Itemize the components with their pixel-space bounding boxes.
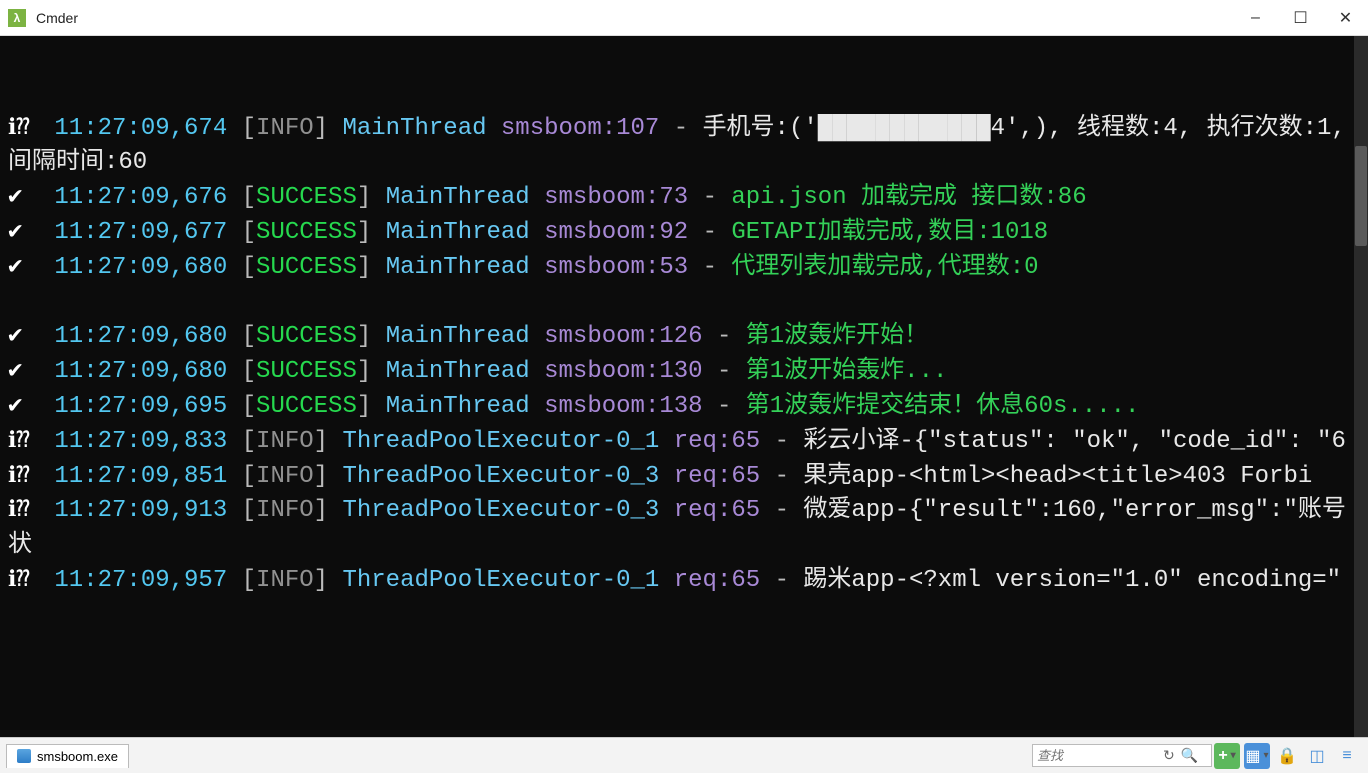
log-line: 11:27:09,851 [INFO] ThreadPoolExecutor-0… xyxy=(8,460,1360,495)
new-tab-button[interactable]: +▾ xyxy=(1214,743,1240,769)
log-level: INFO xyxy=(256,115,314,142)
log-line: 11:27:09,680 [SUCCESS] MainThread smsboo… xyxy=(8,355,1360,390)
check-icon xyxy=(8,355,40,390)
timestamp: 11:27:09,695 xyxy=(54,393,227,420)
lock-button[interactable]: 🔒 xyxy=(1274,743,1300,769)
log-line: 11:27:09,677 [SUCCESS] MainThread smsboo… xyxy=(8,216,1360,251)
search-icon[interactable]: 🔍 xyxy=(1181,747,1198,764)
log-line: 11:27:09,957 [INFO] ThreadPoolExecutor-0… xyxy=(8,564,1360,599)
window-controls: – ☐ ✕ xyxy=(1233,3,1368,33)
log-line: 11:27:09,695 [SUCCESS] MainThread smsboo… xyxy=(8,390,1360,425)
tab-icon xyxy=(17,749,31,763)
log-level: INFO xyxy=(256,428,314,455)
titlebar: λ Cmder – ☐ ✕ xyxy=(0,0,1368,36)
info-icon xyxy=(8,564,40,599)
log-message: api.json 加载完成 接口数:86 xyxy=(731,184,1086,211)
log-level: SUCCESS xyxy=(256,254,357,281)
thread-name: MainThread xyxy=(386,184,530,211)
timestamp: 11:27:09,680 xyxy=(54,323,227,350)
thread-name: MainThread xyxy=(386,219,530,246)
source: smsboom:130 xyxy=(544,358,702,385)
thread-name: MainThread xyxy=(386,254,530,281)
app-icon: λ xyxy=(8,9,26,27)
window-title: Cmder xyxy=(36,10,78,26)
check-icon xyxy=(8,320,40,355)
source: smsboom:126 xyxy=(544,323,702,350)
log-message: 踢米app-<?xml version="1.0" encoding=" xyxy=(803,567,1341,594)
source: smsboom:92 xyxy=(544,219,688,246)
scroll-thumb[interactable] xyxy=(1355,146,1367,246)
timestamp: 11:27:09,680 xyxy=(54,254,227,281)
check-icon xyxy=(8,181,40,216)
log-level: SUCCESS xyxy=(256,219,357,246)
scrollbar[interactable] xyxy=(1354,36,1368,737)
timestamp: 11:27:09,833 xyxy=(54,428,227,455)
log-level: SUCCESS xyxy=(256,184,357,211)
source: req:65 xyxy=(674,497,760,524)
timestamp: 11:27:09,680 xyxy=(54,358,227,385)
check-icon xyxy=(8,216,40,251)
info-icon xyxy=(8,494,40,529)
source: smsboom:53 xyxy=(544,254,688,281)
log-level: INFO xyxy=(256,567,314,594)
timestamp: 11:27:09,677 xyxy=(54,219,227,246)
log-line: 11:27:09,833 [INFO] ThreadPoolExecutor-0… xyxy=(8,425,1360,460)
source: req:65 xyxy=(674,463,760,490)
log-message: 第1波轰炸提交结束！休息60s..... xyxy=(746,393,1140,420)
thread-name: MainThread xyxy=(386,358,530,385)
log-message: 第1波轰炸开始！ xyxy=(746,323,928,350)
minimize-button[interactable]: – xyxy=(1233,3,1278,33)
info-icon xyxy=(8,112,40,147)
timestamp: 11:27:09,676 xyxy=(54,184,227,211)
check-icon xyxy=(8,390,40,425)
thread-name: MainThread xyxy=(386,393,530,420)
log-line: 11:27:09,674 [INFO] MainThread smsboom:1… xyxy=(8,112,1360,182)
timestamp: 11:27:09,957 xyxy=(54,567,227,594)
timestamp: 11:27:09,851 xyxy=(54,463,227,490)
log-level: SUCCESS xyxy=(256,393,357,420)
tab-label: smsboom.exe xyxy=(37,749,118,764)
close-button[interactable]: ✕ xyxy=(1323,3,1368,33)
log-level: SUCCESS xyxy=(256,358,357,385)
source: smsboom:138 xyxy=(544,393,702,420)
thread-name: MainThread xyxy=(386,323,530,350)
statusbar: smsboom.exe ↻ 🔍 +▾ ▦▾ 🔒 ◫ ≡ xyxy=(0,737,1368,773)
thread-name: ThreadPoolExecutor-0_3 xyxy=(342,497,659,524)
thread-name: ThreadPoolExecutor-0_1 xyxy=(342,567,659,594)
blank-line xyxy=(8,286,1360,321)
log-level: INFO xyxy=(256,463,314,490)
log-message: GETAPI加载完成,数目:1018 xyxy=(731,219,1048,246)
log-line: 11:27:09,680 [SUCCESS] MainThread smsboo… xyxy=(8,320,1360,355)
log-line: 11:27:09,913 [INFO] ThreadPoolExecutor-0… xyxy=(8,494,1360,564)
log-message: 彩云小译-{"status": "ok", "code_id": "6 xyxy=(803,428,1345,455)
source: req:65 xyxy=(674,428,760,455)
log-message: 第1波开始轰炸... xyxy=(746,358,948,385)
check-icon xyxy=(8,251,40,286)
timestamp: 11:27:09,674 xyxy=(54,115,227,142)
log-level: SUCCESS xyxy=(256,323,357,350)
menu-button[interactable]: ≡ xyxy=(1334,743,1360,769)
source: smsboom:107 xyxy=(501,115,659,142)
grid-button[interactable]: ▦▾ xyxy=(1244,743,1270,769)
maximize-button[interactable]: ☐ xyxy=(1278,3,1323,33)
thread-name: ThreadPoolExecutor-0_1 xyxy=(342,428,659,455)
thread-name: ThreadPoolExecutor-0_3 xyxy=(342,463,659,490)
source: smsboom:73 xyxy=(544,184,688,211)
log-line: 11:27:09,676 [SUCCESS] MainThread smsboo… xyxy=(8,181,1360,216)
log-message: 果壳app-<html><head><title>403 Forbi xyxy=(803,463,1312,490)
source: req:65 xyxy=(674,567,760,594)
search-input[interactable] xyxy=(1037,748,1157,763)
info-icon xyxy=(8,460,40,495)
split-button[interactable]: ◫ xyxy=(1304,743,1330,769)
timestamp: 11:27:09,913 xyxy=(54,497,227,524)
tab[interactable]: smsboom.exe xyxy=(6,744,129,768)
log-message: 代理列表加载完成,代理数:0 xyxy=(731,254,1038,281)
log-line: 11:27:09,680 [SUCCESS] MainThread smsboo… xyxy=(8,251,1360,286)
log-level: INFO xyxy=(256,497,314,524)
info-icon xyxy=(8,425,40,460)
thread-name: MainThread xyxy=(342,115,486,142)
search-box[interactable]: ↻ 🔍 xyxy=(1032,744,1212,767)
terminal-output[interactable]: 11:27:09,674 [INFO] MainThread smsboom:1… xyxy=(0,36,1368,737)
history-icon[interactable]: ↻ xyxy=(1163,747,1175,764)
